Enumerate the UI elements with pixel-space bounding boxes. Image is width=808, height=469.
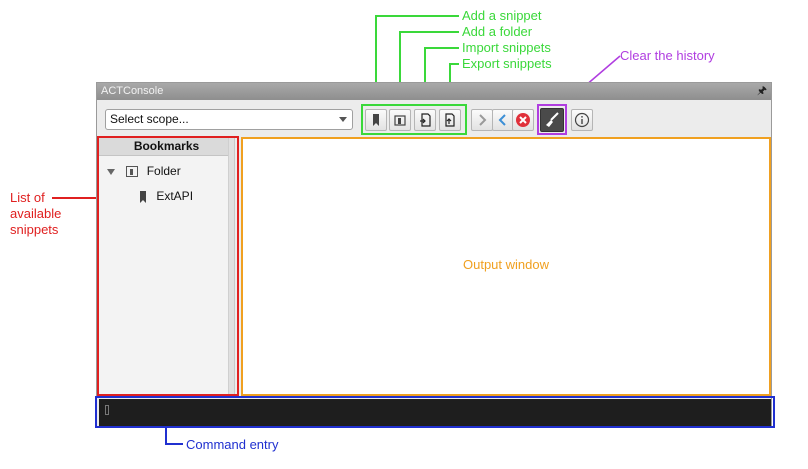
annotation-list-line2: available bbox=[10, 206, 62, 221]
connector-command-h bbox=[165, 443, 183, 445]
forward-button[interactable] bbox=[471, 109, 493, 131]
output-window-label: Output window bbox=[463, 257, 549, 272]
connector-import-h bbox=[424, 47, 459, 49]
info-icon bbox=[574, 112, 590, 128]
annotation-import-snippets: Import snippets bbox=[462, 40, 551, 55]
stop-icon bbox=[516, 113, 530, 127]
snippet-buttons-highlight bbox=[361, 104, 467, 135]
annotation-export-snippets: Export snippets bbox=[462, 56, 552, 71]
info-button[interactable] bbox=[571, 109, 593, 131]
chevron-left-icon bbox=[498, 114, 506, 126]
toolbar: Select scope... bbox=[97, 100, 771, 136]
chevron-down-icon bbox=[339, 117, 347, 122]
output-window: Output window bbox=[241, 137, 771, 396]
snippet-list-highlight bbox=[97, 136, 239, 396]
window-titlebar: ACTConsole 🖈 bbox=[97, 83, 771, 100]
annotation-clear-history: Clear the history bbox=[620, 48, 715, 63]
annotation-list-line1: List of bbox=[10, 190, 45, 205]
annotation-list-line3: snippets bbox=[10, 222, 59, 237]
stop-button[interactable] bbox=[512, 109, 534, 131]
connector-list-h bbox=[52, 197, 98, 199]
command-entry-highlight bbox=[95, 396, 775, 428]
pin-icon[interactable]: 🖈 bbox=[757, 83, 767, 100]
back-button[interactable] bbox=[492, 109, 514, 131]
annotation-add-snippet: Add a snippet bbox=[462, 8, 542, 23]
scope-select-value: Select scope... bbox=[110, 112, 189, 126]
annotation-command-entry: Command entry bbox=[186, 437, 279, 452]
window-title: ACTConsole bbox=[101, 85, 164, 97]
clear-history-highlight bbox=[537, 104, 567, 135]
annotation-add-folder: Add a folder bbox=[462, 24, 533, 39]
connector-add-snippet-h bbox=[375, 15, 459, 17]
connector-add-folder-h bbox=[399, 31, 459, 33]
scope-select[interactable]: Select scope... bbox=[105, 109, 353, 130]
chevron-right-icon bbox=[479, 114, 487, 126]
